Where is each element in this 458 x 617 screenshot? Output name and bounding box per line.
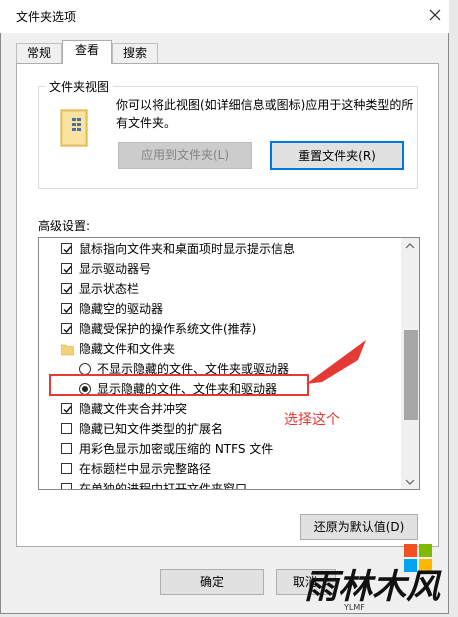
watermark-logo: 雨林木风 YLMF — [300, 536, 458, 614]
checkbox[interactable] — [61, 263, 72, 274]
advanced-setting-label: 隐藏已知文件类型的扩展名 — [79, 422, 224, 436]
checkbox[interactable] — [61, 303, 72, 314]
advanced-setting-label: 隐藏空的驱动器 — [79, 302, 164, 316]
checkbox[interactable] — [61, 463, 72, 474]
tab-view[interactable]: 查看 — [62, 40, 112, 64]
advanced-setting-label: 用彩色显示加密或压缩的 NTFS 文件 — [79, 442, 274, 456]
checkbox[interactable] — [61, 443, 72, 454]
checkbox[interactable] — [61, 423, 72, 434]
annotation-arrow-icon — [306, 340, 366, 384]
window-title: 文件夹选项 — [16, 10, 77, 24]
watermark-sub: YLMF — [343, 603, 365, 612]
ok-button[interactable]: 确定 — [160, 569, 264, 595]
folder-view-icon — [59, 108, 91, 148]
folder-icon — [60, 342, 75, 362]
checkbox[interactable] — [61, 483, 72, 489]
tab-search[interactable]: 搜索 — [112, 43, 158, 63]
reset-folders-button[interactable]: 重置文件夹(R) — [270, 141, 404, 170]
checkbox[interactable] — [61, 283, 72, 294]
apply-to-folders-button: 应用到文件夹(L) — [118, 142, 252, 169]
highlight-box — [49, 374, 309, 396]
checkbox[interactable] — [61, 403, 72, 414]
close-icon[interactable] — [424, 4, 446, 26]
tab-general[interactable]: 常规 — [16, 43, 62, 63]
advanced-setting-label: 隐藏文件和文件夹 — [79, 342, 176, 356]
checkbox[interactable] — [61, 243, 72, 254]
checkbox[interactable] — [61, 323, 72, 334]
watermark-text: 雨林木风 — [304, 567, 442, 607]
advanced-setting-label: 隐藏文件夹合并冲突 — [79, 402, 188, 416]
folder-views-description: 你可以将此视图(如详细信息或图标)应用于这种类型的所有文件夹。 — [116, 98, 414, 130]
scroll-up-icon[interactable] — [404, 240, 416, 252]
scroll-thumb[interactable] — [404, 330, 418, 420]
scroll-down-icon[interactable] — [404, 476, 416, 488]
advanced-setting-label: 在单独的进程中打开文件夹窗口 — [79, 482, 248, 490]
advanced-setting-label: 在标题栏中显示完整路径 — [79, 462, 212, 476]
annotation-text: 选择这个 — [284, 412, 340, 428]
folder-views-title: 文件夹视图 — [45, 78, 114, 95]
advanced-setting-label: 显示状态栏 — [79, 282, 140, 296]
advanced-setting-label: 隐藏受保护的操作系统文件(推荐) — [79, 322, 257, 336]
advanced-setting-label: 显示驱动器号 — [79, 262, 152, 276]
advanced-settings-label: 高级设置: — [38, 219, 91, 233]
advanced-setting-label: 鼠标指向文件夹和桌面项时显示提示信息 — [79, 242, 296, 256]
